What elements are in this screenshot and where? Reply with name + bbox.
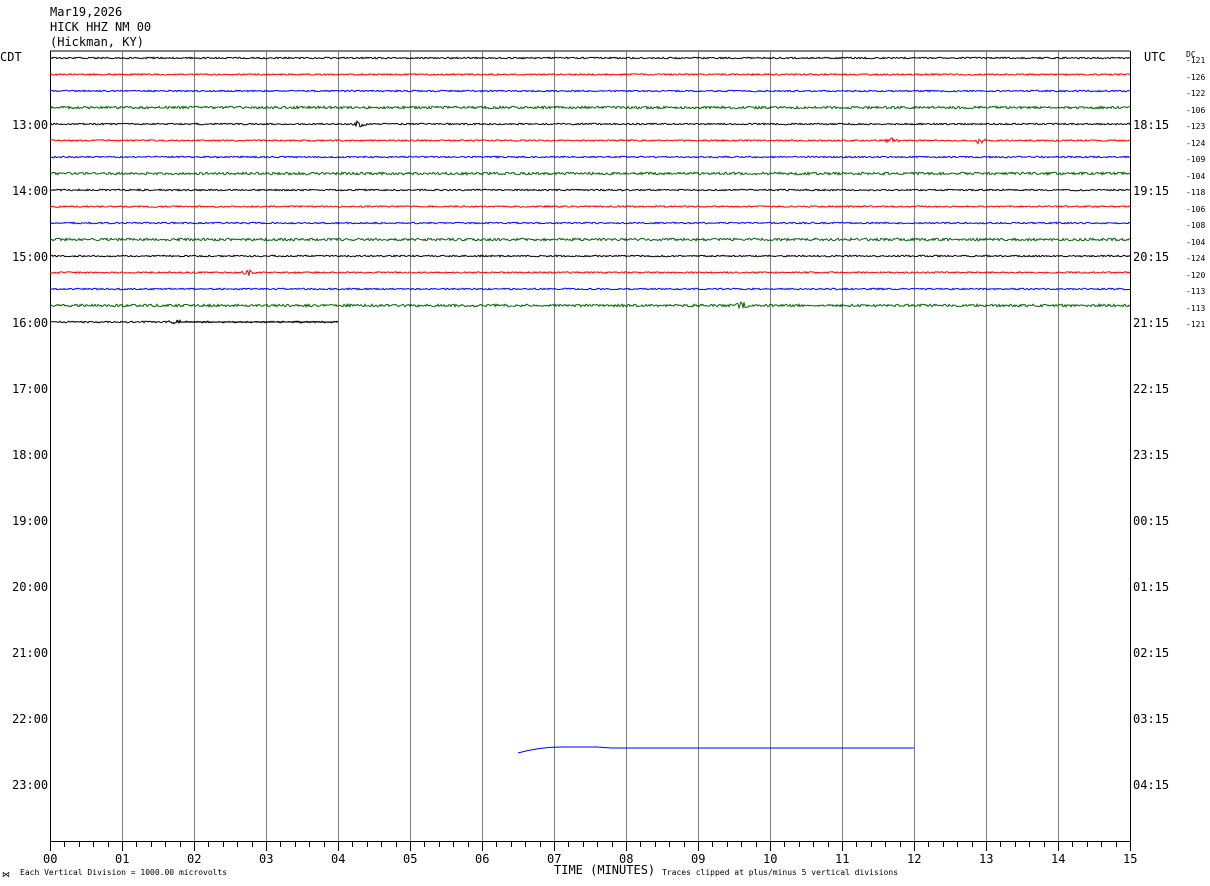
station-location: (Hickman, KY) bbox=[50, 35, 144, 49]
seismic-trace bbox=[49, 72, 1131, 77]
right-time-label: 02:15 bbox=[1133, 646, 1170, 660]
seismic-trace bbox=[49, 56, 1131, 60]
corner-mark-icon: ⋈ bbox=[2, 870, 10, 879]
dc-offset-label: -124 bbox=[1186, 139, 1206, 148]
left-timezone-label: CDT bbox=[0, 50, 22, 64]
helicorder-plot bbox=[49, 50, 1131, 851]
seismic-trace bbox=[49, 268, 1131, 276]
x-tick-label: 14 bbox=[1051, 852, 1066, 866]
x-tick-label: 15 bbox=[1123, 852, 1138, 866]
dc-offset-label: -122 bbox=[1186, 89, 1206, 98]
dc-offset-label: -126 bbox=[1186, 73, 1206, 82]
dc-offset-label: -121 bbox=[1186, 56, 1206, 65]
dc-offset-label: -124 bbox=[1186, 254, 1206, 263]
seismic-trace bbox=[49, 119, 1131, 128]
x-tick-label: 01 bbox=[115, 852, 130, 866]
x-tick-label: 13 bbox=[979, 852, 994, 866]
right-time-label: 22:15 bbox=[1133, 382, 1170, 396]
left-time-label: 18:00 bbox=[12, 448, 49, 462]
right-time-label: 20:15 bbox=[1133, 250, 1170, 264]
dc-offset-label: -121 bbox=[1186, 320, 1206, 329]
right-time-label: 19:15 bbox=[1133, 184, 1170, 198]
seismic-trace bbox=[49, 105, 1131, 111]
seismic-trace bbox=[49, 171, 1131, 176]
seismic-trace bbox=[49, 89, 1131, 93]
seismic-trace bbox=[49, 236, 1131, 242]
x-tick-label: 04 bbox=[331, 852, 346, 866]
x-tick-label: 00 bbox=[43, 852, 58, 866]
dc-offset-label: -104 bbox=[1186, 238, 1206, 247]
left-time-label: 20:00 bbox=[12, 580, 49, 594]
dc-offset-label: -120 bbox=[1186, 271, 1206, 280]
seismic-trace bbox=[49, 188, 1131, 192]
left-time-label: 16:00 bbox=[12, 316, 49, 330]
right-time-label: 03:15 bbox=[1133, 712, 1170, 726]
left-time-label: 23:00 bbox=[12, 778, 49, 792]
dc-offset-label: -109 bbox=[1186, 155, 1206, 164]
seismic-trace bbox=[49, 137, 1131, 145]
dc-offset-label: -118 bbox=[1186, 188, 1206, 197]
record-date: Mar19,2026 bbox=[50, 5, 123, 19]
seismic-trace bbox=[49, 287, 1131, 291]
left-time-label: 19:00 bbox=[12, 514, 49, 528]
seismic-trace bbox=[49, 300, 1131, 310]
dc-offset-label: -106 bbox=[1186, 205, 1206, 214]
vertical-division-note: Each Vertical Division = 1000.00 microvo… bbox=[20, 868, 228, 877]
left-time-label: 15:00 bbox=[12, 250, 49, 264]
right-time-label: 23:15 bbox=[1133, 448, 1170, 462]
left-time-label: 21:00 bbox=[12, 646, 49, 660]
seismic-trace bbox=[49, 204, 1131, 209]
right-time-label: 01:15 bbox=[1133, 580, 1170, 594]
x-tick-label: 10 bbox=[763, 852, 778, 866]
left-time-label: 17:00 bbox=[12, 382, 49, 396]
dc-offset-label: -113 bbox=[1186, 304, 1206, 313]
station-code: HICK HHZ NM 00 bbox=[50, 20, 152, 34]
left-time-label: 22:00 bbox=[12, 712, 49, 726]
x-tick-label: 03 bbox=[259, 852, 274, 866]
seismic-trace bbox=[49, 221, 1131, 225]
x-tick-label: 11 bbox=[835, 852, 850, 866]
dc-offset-label: -123 bbox=[1186, 122, 1206, 131]
dc-offset-label: -106 bbox=[1186, 106, 1206, 115]
right-time-label: 04:15 bbox=[1133, 778, 1170, 792]
right-time-label: 21:15 bbox=[1133, 316, 1170, 330]
x-axis-title: TIME (MINUTES) bbox=[554, 863, 656, 877]
x-tick-label: 06 bbox=[475, 852, 490, 866]
right-time-label: 00:15 bbox=[1133, 514, 1170, 528]
left-time-label: 14:00 bbox=[12, 184, 49, 198]
left-time-label: 13:00 bbox=[12, 118, 49, 132]
seismic-trace bbox=[49, 254, 1131, 258]
x-tick-label: 02 bbox=[187, 852, 202, 866]
dc-offset-label: -104 bbox=[1186, 172, 1206, 181]
seismic-trace bbox=[49, 155, 1131, 159]
x-tick-label: 12 bbox=[907, 852, 922, 866]
right-timezone-label: UTC bbox=[1144, 50, 1166, 64]
artifact-trace bbox=[517, 746, 914, 754]
right-time-label: 18:15 bbox=[1133, 118, 1170, 132]
dc-offset-label: -113 bbox=[1186, 287, 1206, 296]
dc-offset-label: -108 bbox=[1186, 221, 1206, 230]
clipping-note: Traces clipped at plus/minus 5 vertical … bbox=[662, 868, 899, 877]
x-tick-label: 09 bbox=[691, 852, 706, 866]
x-tick-label: 05 bbox=[403, 852, 418, 866]
